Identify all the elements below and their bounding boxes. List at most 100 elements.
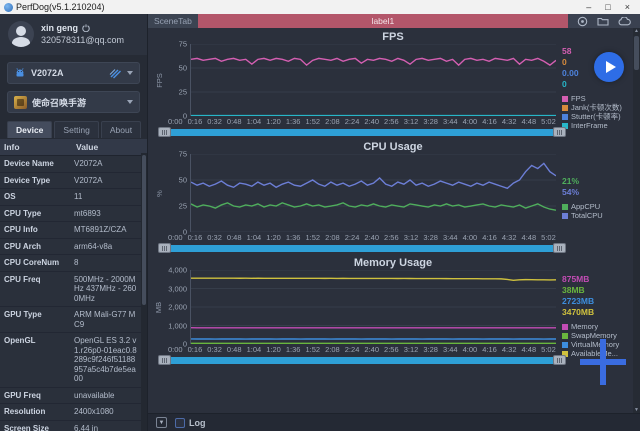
legend-swatch: [562, 332, 568, 339]
x-tick-label: 0:00: [168, 233, 183, 242]
slider-handle-right[interactable]: [553, 243, 566, 253]
plot-area[interactable]: [190, 270, 556, 344]
location-marker-icon[interactable]: [577, 16, 588, 27]
scroll-up-icon[interactable]: ▲: [633, 28, 640, 34]
x-tick-label: 0:16: [187, 233, 203, 242]
col-header-value: Value: [76, 142, 99, 152]
x-tick-label: 1:20: [266, 233, 281, 242]
x-tick-label: 2:08: [325, 345, 340, 354]
x-tick-label: 1:04: [246, 233, 262, 242]
legend-swatch: [562, 212, 568, 219]
x-tick-label: 4:16: [482, 233, 497, 242]
slider-handle-right[interactable]: [553, 355, 566, 365]
table-header: Info Value: [0, 139, 147, 156]
device-select[interactable]: V2072A: [7, 62, 140, 84]
slider-handle-left[interactable]: [158, 243, 171, 253]
wifi-mode-icon[interactable]: [109, 68, 122, 79]
legend-item[interactable]: Stutter(卡顿率): [562, 112, 632, 121]
legend-item[interactable]: InterFrame: [562, 121, 632, 130]
x-tick-label: 1:20: [266, 345, 281, 354]
folder-icon[interactable]: [597, 16, 609, 26]
table-row: Resolution 2400x1080: [0, 404, 147, 421]
time-range-slider[interactable]: [158, 243, 566, 253]
y-tick-label: 0: [182, 111, 187, 121]
table-row: GPU Freq unavailable: [0, 387, 147, 404]
x-tick-label: 4:48: [521, 345, 537, 354]
scroll-down-icon[interactable]: ▼: [633, 407, 640, 413]
close-button[interactable]: ×: [625, 1, 630, 13]
time-range-slider[interactable]: [158, 127, 566, 137]
legend-item[interactable]: TotalCPU: [562, 211, 632, 220]
row-key: OpenGL: [4, 336, 36, 345]
x-tick-label: 1:52: [305, 345, 321, 354]
current-value: 21%: [562, 176, 580, 186]
plot-area[interactable]: [190, 154, 556, 232]
table-row: OS 11: [0, 189, 147, 206]
current-value: 2723MB: [562, 296, 595, 306]
plot-area[interactable]: [190, 44, 556, 116]
table-row: Device Name V2072A: [0, 156, 147, 173]
legend-item[interactable]: Memory: [562, 322, 632, 331]
row-key: Device Name: [4, 159, 54, 168]
row-value: OpenGL ES 3.2 v1.r26p0-01eac0.8289c9f246…: [74, 336, 137, 383]
app-select[interactable]: 使命召唤手游: [7, 91, 140, 113]
crosshair-plus-icon[interactable]: [580, 339, 626, 385]
legend-swatch: [562, 323, 568, 330]
row-key: GPU Freq: [4, 390, 41, 400]
x-tick-label: 2:56: [384, 345, 399, 354]
charts-area: FPS FPS 0 25 50 75 58 0 0.00 0 FPS Jank(卡顿次数) Stutte…: [148, 28, 640, 413]
table-row: Device Type V2072A: [0, 172, 147, 189]
x-tick-label: 4:16: [482, 345, 497, 354]
chart-memory-usage: Memory Usage MB 0 1,000 2,000 3,000 4,000 875MB…: [154, 255, 632, 367]
chart-title: Memory Usage: [353, 257, 433, 269]
play-record-button[interactable]: [594, 52, 624, 82]
x-tick-label: 0:32: [207, 345, 222, 354]
x-tick-label: 0:48: [226, 233, 242, 242]
avatar: [8, 21, 34, 47]
slider-track[interactable]: [162, 128, 562, 136]
chart-right-gutter: 21% 54% AppCPU TotalCPU: [556, 154, 632, 232]
chart-fps: FPS FPS 0 25 50 75 58 0 0.00 0 FPS Jank(卡顿次数) Stutte…: [154, 29, 632, 139]
row-value: ARM Mali-G77 MC9: [74, 310, 136, 329]
x-tick-label: 2:24: [344, 345, 360, 354]
tab-setting[interactable]: Setting: [54, 121, 99, 138]
cloud-icon[interactable]: [618, 16, 631, 26]
row-value: 11: [74, 192, 83, 201]
logout-power-icon[interactable]: [82, 24, 90, 32]
time-range-slider[interactable]: [158, 355, 566, 365]
slider-handle-right[interactable]: [553, 127, 566, 137]
row-value: 6.44 in: [74, 423, 99, 431]
slider-handle-left[interactable]: [158, 355, 171, 365]
tab-device[interactable]: Device: [7, 121, 53, 138]
legend-label: Jank(卡顿次数): [571, 103, 622, 112]
current-value: 58: [562, 46, 572, 56]
device-info-table: Info Value Device Name V2072A Device Type V…: [0, 139, 147, 431]
bottom-bar: ▼ Log: [148, 413, 640, 431]
current-value: 875MB: [562, 274, 590, 284]
y-tick-label: 25: [178, 87, 187, 97]
main-scrollbar[interactable]: ▲ ▼: [633, 28, 640, 413]
sidebar: xin geng 320578311@qq.com V2072A 使命召唤手游 …: [0, 14, 148, 431]
legend-swatch: [562, 113, 568, 120]
maximize-button[interactable]: □: [605, 1, 610, 13]
x-tick-label: 4:16: [482, 117, 497, 126]
current-value: 54%: [562, 187, 580, 197]
row-value: MT6891Z/CZA: [74, 225, 127, 234]
log-checkbox[interactable]: Log: [175, 417, 206, 428]
slider-handle-left[interactable]: [158, 127, 171, 137]
main-panel: SceneTab label1 FPS FPS 0 25 50 75 58 0 …: [148, 14, 640, 431]
expand-panel-icon[interactable]: ▼: [156, 417, 167, 428]
legend-item[interactable]: AppCPU: [562, 202, 632, 211]
legend-item[interactable]: FPS: [562, 94, 632, 103]
table-row: CPU Freq 500MHz - 2000MHz 437MHz - 2600MH…: [0, 271, 147, 307]
series-fps: [191, 58, 556, 65]
slider-track[interactable]: [162, 244, 562, 252]
minimize-button[interactable]: –: [586, 1, 591, 13]
legend-item[interactable]: Jank(卡顿次数): [562, 103, 632, 112]
slider-track[interactable]: [162, 356, 562, 364]
table-scrollbar[interactable]: [141, 153, 147, 431]
y-tick-label: 25: [178, 201, 187, 211]
scene-tab-label1[interactable]: label1: [197, 14, 568, 28]
current-value: 3470MB: [562, 307, 595, 317]
tab-about[interactable]: About: [100, 121, 142, 138]
